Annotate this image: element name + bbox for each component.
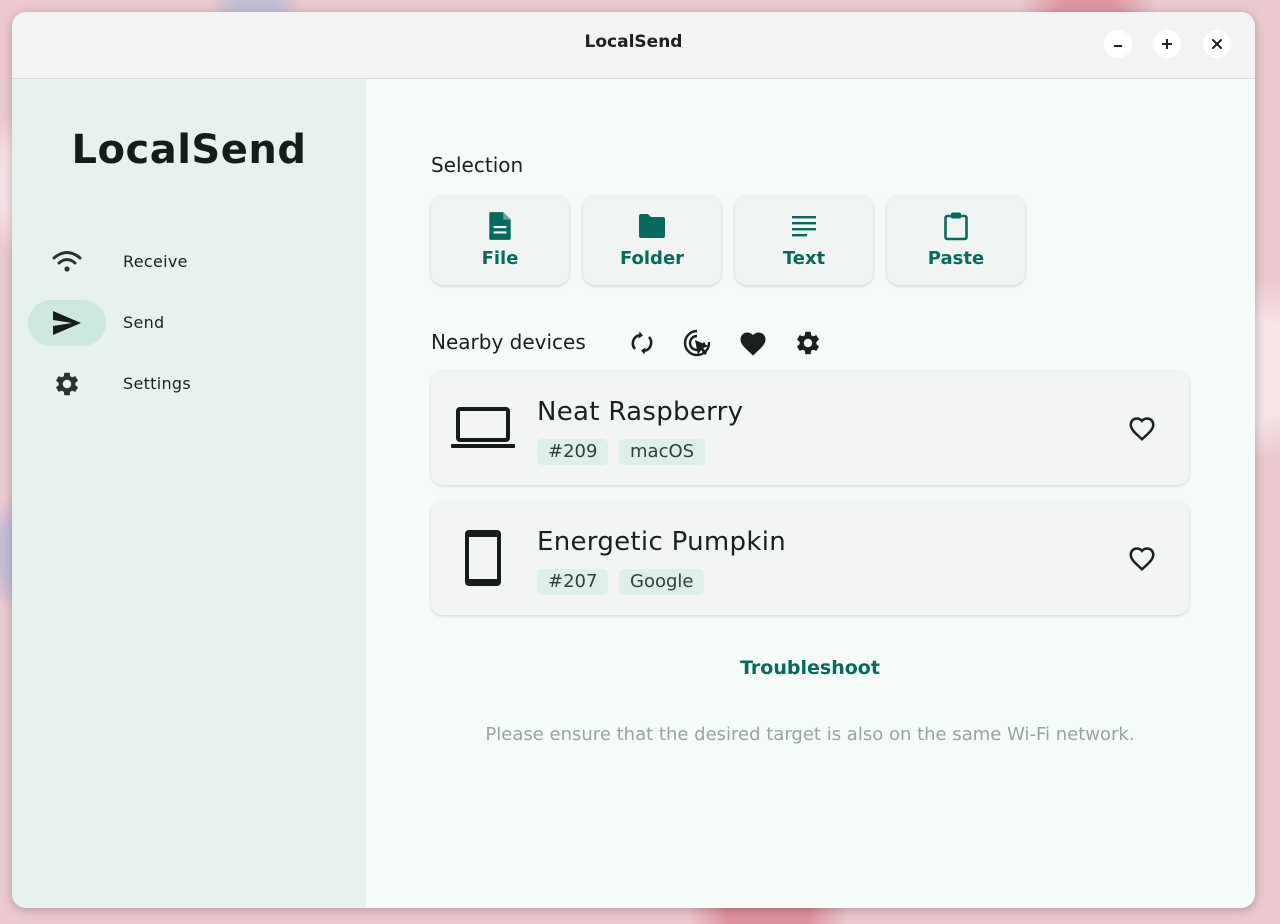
folder-button[interactable]: Folder: [583, 196, 721, 285]
send-settings-button[interactable]: [792, 327, 824, 359]
nav-pill-active: [28, 300, 106, 346]
troubleshoot-link[interactable]: Troubleshoot: [431, 657, 1189, 679]
laptop-icon: [451, 407, 515, 448]
favorite-toggle[interactable]: [1125, 541, 1159, 575]
device-id-tag: #209: [537, 439, 609, 465]
close-button[interactable]: [1203, 30, 1231, 58]
sidebar-item-label: Send: [123, 313, 165, 332]
sidebar-item-receive[interactable]: Receive: [28, 239, 348, 285]
clipboard-icon: [944, 212, 968, 241]
send-icon: [53, 311, 81, 335]
gear-icon: [797, 331, 819, 355]
close-icon: [1212, 39, 1222, 49]
device-id-tag: #207: [537, 569, 609, 595]
text-icon: [792, 216, 816, 237]
refresh-icon: [631, 331, 653, 355]
app-brand: LocalSend: [71, 127, 307, 173]
favorites-button[interactable]: [737, 327, 769, 359]
folder-button-label: Folder: [619, 248, 685, 269]
file-button[interactable]: File: [431, 196, 569, 285]
text-button[interactable]: Text: [735, 196, 873, 285]
main-content: Selection File Folder Text Paste Nearby …: [366, 79, 1255, 908]
nearby-devices-heading: Nearby devices: [431, 330, 586, 354]
file-icon: [489, 212, 511, 240]
device-os-tag: macOS: [619, 439, 706, 465]
heart-outline-icon: [1129, 417, 1155, 441]
heart-icon: [740, 332, 766, 356]
sidebar-item-send[interactable]: Send: [28, 300, 348, 346]
nav-pill: [28, 361, 106, 407]
minimize-button[interactable]: [1104, 30, 1132, 58]
heart-outline-icon: [1129, 547, 1155, 571]
refresh-button[interactable]: [626, 327, 658, 359]
maximize-button[interactable]: [1153, 30, 1181, 58]
maximize-icon: [1162, 39, 1172, 49]
sidebar-item-label: Receive: [123, 252, 188, 271]
minimize-icon: [1114, 45, 1122, 47]
sidebar: LocalSend Receive Send Settings: [12, 79, 366, 908]
cursor-target-icon: [683, 329, 711, 357]
device-os-tag: Google: [619, 569, 705, 595]
device-card[interactable]: Energetic Pumpkin #207 Google: [431, 501, 1189, 615]
text-button-label: Text: [782, 248, 826, 269]
file-button-label: File: [481, 248, 519, 269]
sidebar-item-label: Settings: [123, 374, 192, 393]
send-to-address-button[interactable]: [681, 327, 713, 359]
device-name: Energetic Pumpkin: [537, 527, 787, 557]
selection-heading: Selection: [431, 153, 524, 177]
app-window: LocalSend LocalSend Receive Send Setting…: [12, 12, 1255, 908]
title-bar[interactable]: LocalSend: [12, 12, 1255, 79]
wifi-icon: [52, 251, 82, 272]
device-card[interactable]: Neat Raspberry #209 macOS: [431, 371, 1189, 485]
window-title: LocalSend: [584, 32, 683, 52]
folder-icon: [639, 214, 665, 238]
sidebar-item-settings[interactable]: Settings: [28, 361, 348, 407]
device-name: Neat Raspberry: [537, 397, 744, 427]
phone-icon: [465, 530, 501, 586]
favorite-toggle[interactable]: [1125, 411, 1159, 445]
nav-pill: [28, 239, 106, 285]
network-hint: Please ensure that the desired target is…: [485, 724, 1135, 745]
paste-button[interactable]: Paste: [887, 196, 1025, 285]
gear-icon: [56, 372, 78, 396]
paste-button-label: Paste: [927, 248, 985, 269]
